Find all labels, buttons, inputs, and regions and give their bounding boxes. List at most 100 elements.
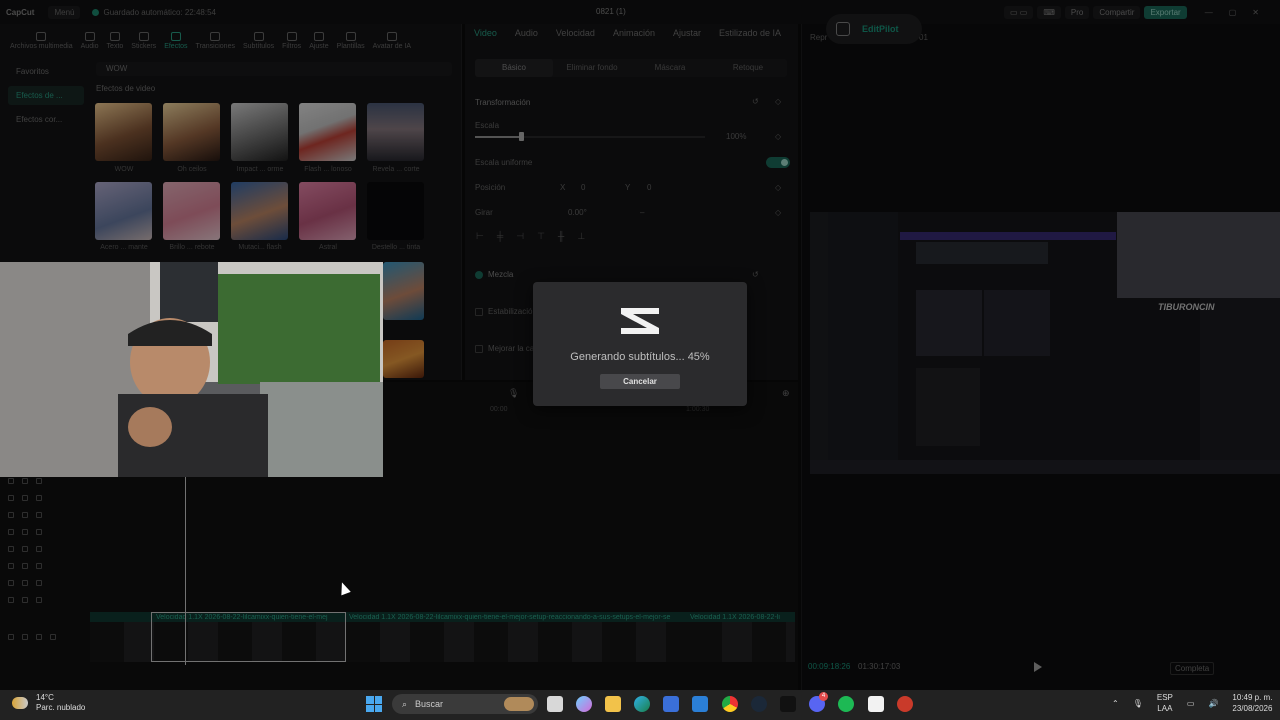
effect-thumb-steel[interactable] xyxy=(95,182,152,240)
edge-icon[interactable] xyxy=(634,696,650,712)
language-indicator[interactable]: ESP LAA xyxy=(1157,692,1173,714)
video-preview[interactable]: TIBURONCIN xyxy=(810,212,1280,474)
chevron-up-icon[interactable]: ⌃ xyxy=(1112,699,1119,708)
minimize-icon[interactable]: — xyxy=(1205,8,1213,17)
keyframe-icon[interactable]: ◇ xyxy=(775,132,781,141)
network-icon[interactable]: ▭ xyxy=(1187,699,1195,708)
effect-thumb-ink-flash[interactable] xyxy=(367,182,424,240)
category-body-effects[interactable]: Efectos cor... xyxy=(8,110,84,129)
layout-icon[interactable]: ▭ ▭ xyxy=(1004,5,1034,19)
tab-ai-avatar[interactable]: Avatar de IA xyxy=(369,24,415,54)
track-controls[interactable] xyxy=(8,576,68,590)
enhance-label[interactable]: Mejorar la cal xyxy=(488,344,536,353)
effect-thumb-astral[interactable] xyxy=(299,182,356,240)
effect-thumb-extra[interactable] xyxy=(383,262,424,320)
subtab-basic[interactable]: Básico xyxy=(475,59,553,77)
main-track-controls[interactable] xyxy=(8,630,68,644)
keyframe-icon[interactable]: ◇ xyxy=(775,208,781,217)
tab-effects[interactable]: Efectos xyxy=(160,24,191,54)
effect-thumb-extra-2[interactable] xyxy=(383,340,424,378)
category-favorites[interactable]: Favoritos xyxy=(8,62,84,81)
stabilize-checkbox[interactable] xyxy=(475,308,483,316)
reset-icon[interactable]: ↺ xyxy=(752,97,759,106)
volume-icon[interactable]: 🔊 xyxy=(1208,699,1218,708)
clock[interactable]: 10:49 p. m. 23/08/2026 xyxy=(1232,692,1272,714)
file-explorer-icon[interactable] xyxy=(605,696,621,712)
stabilize-label[interactable]: Estabilización xyxy=(488,307,537,316)
effect-thumb-glow-bounce[interactable] xyxy=(163,182,220,240)
blend-label[interactable]: Mezcla xyxy=(488,270,513,279)
effect-thumb-oh-ceilos[interactable] xyxy=(163,103,220,161)
tab-transitions[interactable]: Transiciones xyxy=(192,24,239,54)
reset-icon[interactable]: ↺ xyxy=(752,270,759,279)
menu-button[interactable]: Menú xyxy=(48,5,81,19)
tab-adjust[interactable]: Ajuste xyxy=(305,24,332,54)
category-video-effects[interactable]: Efectos de ... xyxy=(8,86,84,105)
subtab-retouch[interactable]: Retoque xyxy=(709,59,787,77)
tab-audio[interactable]: Audio xyxy=(77,24,103,54)
scale-slider-handle[interactable] xyxy=(519,132,524,141)
scale-value[interactable]: 100% xyxy=(726,132,746,141)
position-x-input[interactable]: 0 xyxy=(581,183,585,192)
align-bottom-icon[interactable]: ⊥ xyxy=(577,231,585,245)
tab-templates[interactable]: Plantillas xyxy=(333,24,369,54)
effects-search-input[interactable]: WOW xyxy=(96,62,452,76)
mail-icon[interactable] xyxy=(692,696,708,712)
tab-text[interactable]: Texto xyxy=(103,24,128,54)
microphone-tray-icon[interactable]: 🎙 xyxy=(1133,699,1143,708)
enhance-checkbox[interactable] xyxy=(475,345,483,353)
editpilot-button[interactable]: EditPilot xyxy=(826,14,922,44)
tab-filters[interactable]: Filtros xyxy=(278,24,305,54)
tab-captions[interactable]: Subtítulos xyxy=(239,24,278,54)
spotify-icon[interactable] xyxy=(838,696,854,712)
align-right-icon[interactable]: ⊣ xyxy=(516,231,524,245)
pro-button[interactable]: Pro xyxy=(1064,5,1090,19)
terminal-icon[interactable] xyxy=(780,696,796,712)
steam-icon[interactable] xyxy=(751,696,767,712)
tab-stickers[interactable]: Stickers xyxy=(127,24,160,54)
align-hcenter-icon[interactable]: ╪ xyxy=(497,231,503,245)
transform-heading[interactable]: Transformación xyxy=(475,98,530,107)
track-controls[interactable] xyxy=(8,559,68,573)
close-icon[interactable]: ✕ xyxy=(1252,8,1259,17)
tab-media[interactable]: Archivos multimedia xyxy=(6,24,77,54)
tab-audio-props[interactable]: Audio xyxy=(515,28,538,38)
effect-thumb-reveal[interactable] xyxy=(367,103,424,161)
tab-speed[interactable]: Velocidad xyxy=(556,28,595,38)
shortcuts-icon[interactable]: ⌨ xyxy=(1037,5,1061,19)
effect-thumb-wow[interactable] xyxy=(95,103,152,161)
selected-clip-outline[interactable] xyxy=(151,612,346,662)
tab-video[interactable]: Video xyxy=(474,28,497,38)
blend-checkbox[interactable] xyxy=(475,271,483,279)
chrome-icon[interactable] xyxy=(722,696,738,712)
effect-thumb-mutation[interactable] xyxy=(231,182,288,240)
capcut-taskbar-icon[interactable] xyxy=(868,696,884,712)
zoom-in-icon[interactable]: ⊕ xyxy=(782,388,790,399)
store-icon[interactable] xyxy=(663,696,679,712)
subtab-mask[interactable]: Máscara xyxy=(631,59,709,77)
track-controls[interactable] xyxy=(8,542,68,556)
keyframe-icon[interactable]: ◇ xyxy=(775,97,781,106)
effect-thumb-impact[interactable] xyxy=(231,103,288,161)
tab-animation[interactable]: Animación xyxy=(613,28,655,38)
align-vcenter-icon[interactable]: ╫ xyxy=(558,231,564,245)
windows-start-icon[interactable] xyxy=(366,696,382,712)
track-controls[interactable] xyxy=(8,491,68,505)
cancel-button[interactable]: Cancelar xyxy=(600,374,680,389)
track-controls[interactable] xyxy=(8,508,68,522)
tab-ai-style[interactable]: Estilizado de IA xyxy=(719,28,781,38)
effect-thumb-flash[interactable] xyxy=(299,103,356,161)
play-icon[interactable] xyxy=(1034,662,1042,672)
taskbar-search[interactable]: ⌕ Buscar xyxy=(392,694,538,714)
share-button[interactable]: Compartir xyxy=(1093,5,1141,19)
rotate-input[interactable]: 0.00° xyxy=(568,208,587,217)
microphone-icon[interactable]: 🎙 xyxy=(508,388,519,399)
fullscreen-button[interactable]: Completa xyxy=(1170,662,1215,675)
player-tab[interactable]: Repr xyxy=(810,33,827,42)
track-controls[interactable] xyxy=(8,525,68,539)
uniform-scale-toggle[interactable] xyxy=(766,157,790,168)
position-y-input[interactable]: 0 xyxy=(647,183,651,192)
keyframe-icon[interactable]: ◇ xyxy=(775,183,781,192)
align-top-icon[interactable]: ⊤ xyxy=(537,231,545,245)
subtab-remove-bg[interactable]: Eliminar fondo xyxy=(553,59,631,77)
